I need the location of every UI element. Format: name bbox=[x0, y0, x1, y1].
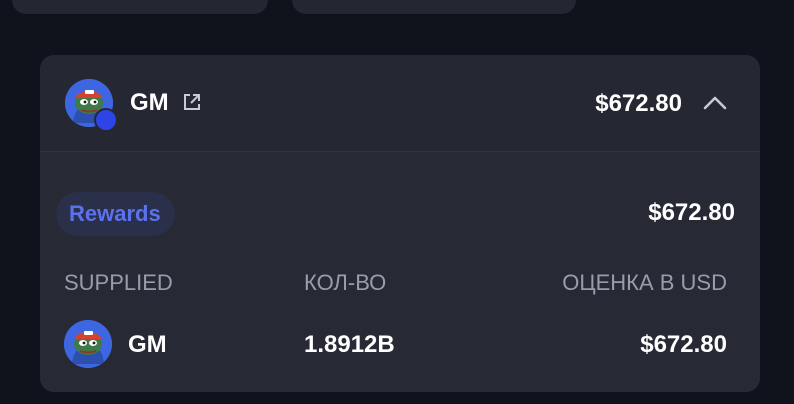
column-header-amount: КОЛ-ВО bbox=[304, 270, 387, 295]
external-link-icon[interactable] bbox=[181, 91, 203, 113]
position-token-symbol: GM bbox=[130, 89, 169, 116]
rewards-badge: Rewards bbox=[56, 192, 175, 236]
position-card: GM $672.80 Rewards $672.80 SUPPLIED КОЛ-… bbox=[40, 55, 760, 392]
frog-icon bbox=[64, 320, 112, 368]
column-header-supplied: SUPPLIED bbox=[64, 270, 173, 295]
position-total-value: $672.80 bbox=[595, 90, 682, 117]
table-row-token-avatar bbox=[64, 320, 112, 368]
column-header-usd-value: ОЦЕНКА В USD bbox=[562, 270, 727, 295]
table-row-amount: 1.8912B bbox=[304, 331, 395, 358]
chevron-up-icon[interactable] bbox=[700, 88, 730, 118]
table-row-usd-value: $672.80 bbox=[640, 331, 727, 358]
rewards-total-value: $672.80 bbox=[648, 199, 735, 226]
previous-card-left bbox=[12, 0, 268, 14]
table-row-symbol: GM bbox=[128, 331, 167, 358]
chain-badge-icon bbox=[94, 108, 118, 132]
previous-card-right bbox=[292, 0, 576, 14]
